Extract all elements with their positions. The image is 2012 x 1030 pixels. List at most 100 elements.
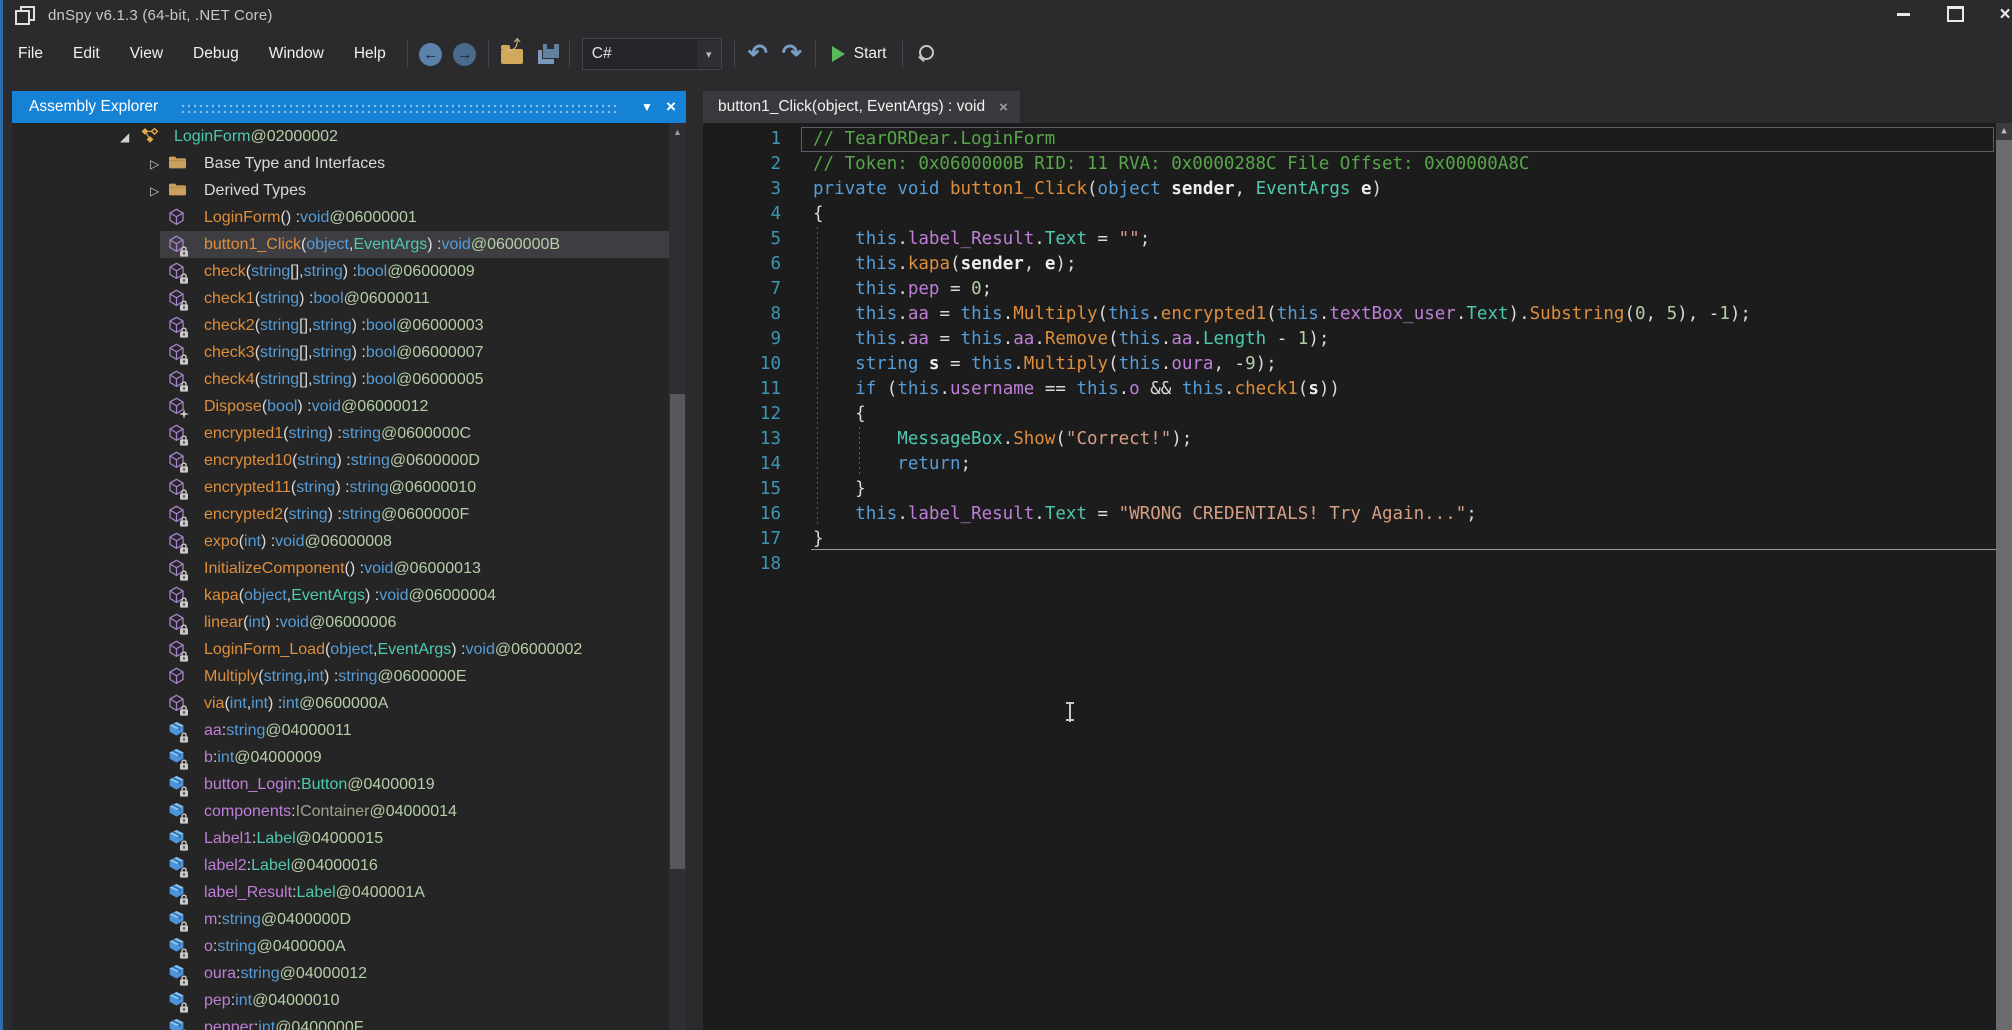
code-area[interactable]: 1// TearORDear.LoginForm2// Token: 0x060… xyxy=(703,123,1996,1030)
document-tab[interactable]: button1_Click(object, EventArgs) : void … xyxy=(703,91,1020,123)
tree-row-multiply[interactable]: Multiply(string, int) : string @0600000E xyxy=(12,663,686,690)
tree-row-encrypted10[interactable]: encrypted10(string) : string @0600000D xyxy=(12,447,686,474)
tree-row-button1_click[interactable]: button1_Click(object, EventArgs) : void … xyxy=(12,231,686,258)
tree-row-expo[interactable]: expo(int) : void @06000008 xyxy=(12,528,686,555)
code-line-9[interactable]: 9 this.aa = this.aa.Remove(this.aa.Lengt… xyxy=(703,327,1996,352)
tree-row-label2[interactable]: label2 : Label @04000016 xyxy=(12,852,686,879)
token: @06000011 xyxy=(344,290,430,308)
expander-collapsed-icon[interactable]: ▷ xyxy=(150,150,159,177)
code-line-7[interactable]: 7 this.pep = 0; xyxy=(703,277,1996,302)
code-line-13[interactable]: 13 MessageBox.Show("Correct!"); xyxy=(703,427,1996,452)
tab-close-icon[interactable]: × xyxy=(999,99,1008,116)
tree-row-derivedtypes[interactable]: ▷Derived Types xyxy=(12,177,686,204)
menu-item-help[interactable]: Help xyxy=(339,39,401,69)
code-line-1[interactable]: 1// TearORDear.LoginForm xyxy=(703,127,1996,152)
tree-row-pepper[interactable]: pepper : int @0400000F xyxy=(12,1014,686,1030)
code-line-8[interactable]: 8 this.aa = this.Multiply(this.encrypted… xyxy=(703,302,1996,327)
assembly-explorer-header[interactable]: Assembly Explorer ▼ × xyxy=(12,91,686,123)
tree-row-label_result[interactable]: label_Result : Label @0400001A xyxy=(12,879,686,906)
code-line-17[interactable]: 17} xyxy=(703,527,1996,552)
token: sender xyxy=(961,254,1024,274)
panel-drag-grip[interactable] xyxy=(180,101,620,113)
tree-row-encrypted2[interactable]: encrypted2(string) : string @0600000F xyxy=(12,501,686,528)
tree-row-encrypted11[interactable]: encrypted11(string) : string @06000010 xyxy=(12,474,686,501)
open-file-button[interactable] xyxy=(495,37,529,71)
save-all-button[interactable] xyxy=(529,37,563,71)
token: string xyxy=(304,263,343,281)
code-line-12[interactable]: 12 { xyxy=(703,402,1996,427)
code-line-3[interactable]: 3private void button1_Click(object sende… xyxy=(703,177,1996,202)
menu-item-debug[interactable]: Debug xyxy=(178,39,254,69)
tree-row-o[interactable]: o : string @0400000A xyxy=(12,933,686,960)
tree-row-linear[interactable]: linear(int) : void @06000006 xyxy=(12,609,686,636)
tree-row-loginform[interactable]: LoginForm() : void @06000001 xyxy=(12,204,686,231)
tree-row-initializecomponent[interactable]: InitializeComponent() : void @06000013 xyxy=(12,555,686,582)
title-bar[interactable]: dnSpy v6.1.3 (64-bit, .NET Core) × xyxy=(3,0,2012,30)
tree-row-check3[interactable]: check3(string[], string) : bool @0600000… xyxy=(12,339,686,366)
expander-collapsed-icon[interactable]: ▷ xyxy=(150,177,159,204)
tree-row-aa[interactable]: aa : string @04000011 xyxy=(12,717,686,744)
tree-row-button_login[interactable]: button_Login : Button @04000019 xyxy=(12,771,686,798)
tree-row-loginform[interactable]: ◢LoginForm @02000002 xyxy=(12,123,686,150)
code-line-14[interactable]: 14 return; xyxy=(703,452,1996,477)
redo-button[interactable]: ↷ xyxy=(775,37,809,71)
menu-item-file[interactable]: File xyxy=(3,39,58,69)
editor-scrollbar[interactable]: ▲ xyxy=(1996,123,2012,1030)
code-editor[interactable]: 1// TearORDear.LoginForm2// Token: 0x060… xyxy=(703,123,2012,1030)
tree-row-loginform_load[interactable]: LoginForm_Load(object, EventArgs) : void… xyxy=(12,636,686,663)
panel-splitter[interactable] xyxy=(686,91,703,1030)
tree-scrollbar-thumb[interactable] xyxy=(670,394,685,869)
back-arrow-icon: ← xyxy=(419,43,442,66)
undo-button[interactable]: ↶ xyxy=(741,37,775,71)
tree-row-b[interactable]: b : int @04000009 xyxy=(12,744,686,771)
scroll-up-arrow-icon[interactable]: ▲ xyxy=(669,123,686,140)
tree-row-basetypeandinterfaces[interactable]: ▷Base Type and Interfaces xyxy=(12,150,686,177)
minimize-button[interactable] xyxy=(1886,0,1920,28)
token: encrypted11 xyxy=(204,479,291,497)
navigate-back-button[interactable]: ← xyxy=(414,37,448,71)
code-line-2[interactable]: 2// Token: 0x0600000B RID: 11 RVA: 0x000… xyxy=(703,152,1996,177)
tree-row-m[interactable]: m : string @0400000D xyxy=(12,906,686,933)
close-button[interactable]: × xyxy=(1988,0,2012,28)
scroll-up-arrow-icon[interactable]: ▲ xyxy=(1996,123,2012,139)
start-debug-button[interactable]: Start xyxy=(822,37,897,71)
editor-scrollbar-thumb[interactable] xyxy=(1996,140,2012,1030)
tree-row-check1[interactable]: check1(string) : bool @06000011 xyxy=(12,285,686,312)
code-line-15[interactable]: 15 } xyxy=(703,477,1996,502)
language-combobox[interactable]: C# ▾ xyxy=(582,38,722,70)
tree-row-oura[interactable]: oura : string @04000012 xyxy=(12,960,686,987)
tree-row-components[interactable]: components : IContainer @04000014 xyxy=(12,798,686,825)
tree-row-kapa[interactable]: kapa(object, EventArgs) : void @06000004 xyxy=(12,582,686,609)
tree-row-check4[interactable]: check4(string[], string) : bool @0600000… xyxy=(12,366,686,393)
search-assemblies-button[interactable] xyxy=(909,37,943,71)
code-line-18[interactable]: 18 xyxy=(703,552,1996,577)
expander-expanded-icon[interactable]: ◢ xyxy=(120,123,129,150)
code-line-10[interactable]: 10 string s = this.Multiply(this.oura, -… xyxy=(703,352,1996,377)
code-line-16[interactable]: 16 this.label_Result.Text = "WRONG CREDE… xyxy=(703,502,1996,527)
toolbar-separator xyxy=(569,41,570,67)
tree-row-pep[interactable]: pep : int @04000010 xyxy=(12,987,686,1014)
close-icon: × xyxy=(1999,5,2010,24)
navigate-forward-button[interactable]: → xyxy=(448,37,482,71)
menu-item-window[interactable]: Window xyxy=(254,39,339,69)
menu-item-view[interactable]: View xyxy=(115,39,178,69)
code-line-5[interactable]: 5 this.label_Result.Text = ""; xyxy=(703,227,1996,252)
menu-item-edit[interactable]: Edit xyxy=(58,39,115,69)
star-overlay-icon xyxy=(179,406,189,417)
token: username xyxy=(950,379,1034,399)
line-number: 8 xyxy=(703,302,795,327)
tree-row-check[interactable]: check(string[], string) : bool @06000009 xyxy=(12,258,686,285)
tree-row-dispose[interactable]: Dispose(bool) : void @06000012 xyxy=(12,393,686,420)
tree-scrollbar[interactable]: ▲ xyxy=(669,123,686,1030)
tree-row-via[interactable]: via(int, int) : int @0600000A xyxy=(12,690,686,717)
panel-menu-button[interactable]: ▼ xyxy=(634,94,660,120)
tree-row-encrypted1[interactable]: encrypted1(string) : string @0600000C xyxy=(12,420,686,447)
code-line-6[interactable]: 6 this.kapa(sender, e); xyxy=(703,252,1996,277)
panel-close-button[interactable]: × xyxy=(660,94,686,120)
tree-row-label1[interactable]: Label1 : Label @04000015 xyxy=(12,825,686,852)
maximize-button[interactable] xyxy=(1938,0,1972,28)
tree-row-check2[interactable]: check2(string[], string) : bool @0600000… xyxy=(12,312,686,339)
language-dropdown-button[interactable]: ▾ xyxy=(697,40,721,68)
code-line-4[interactable]: 4{ xyxy=(703,202,1996,227)
code-line-11[interactable]: 11 if (this.username == this.o && this.c… xyxy=(703,377,1996,402)
